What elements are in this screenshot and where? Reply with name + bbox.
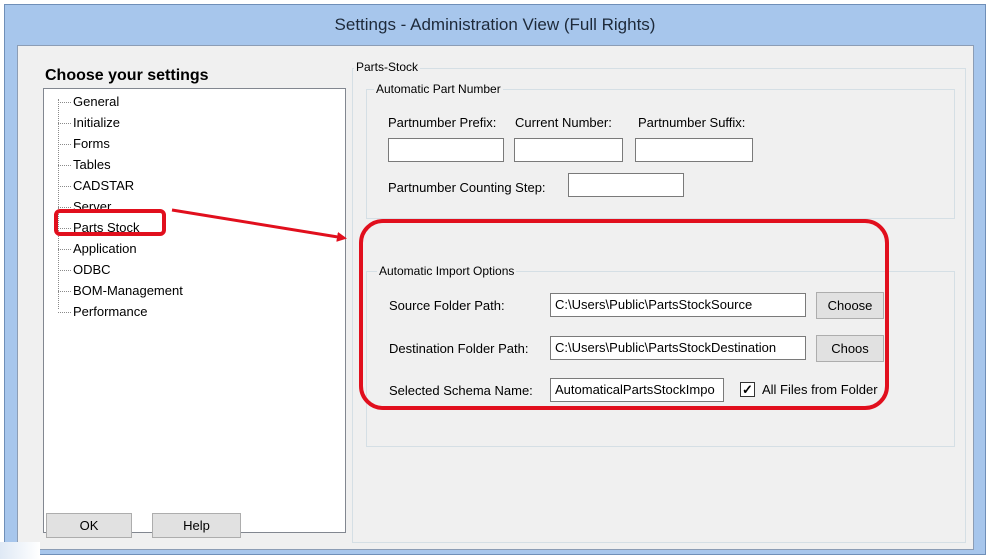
annotation-arrow [171, 208, 347, 242]
annotation-arrow-layer [171, 208, 347, 242]
corner-shadow [0, 542, 40, 559]
